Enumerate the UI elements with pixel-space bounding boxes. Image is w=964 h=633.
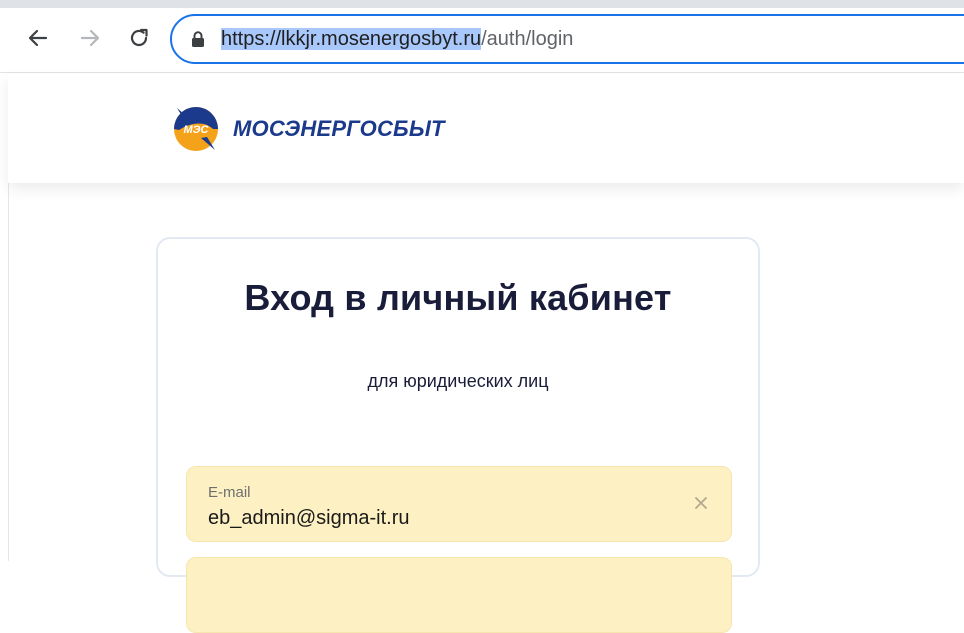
- login-card: Вход в личный кабинет для юридических ли…: [156, 237, 760, 633]
- page-subtitle: для юридических лиц: [367, 371, 549, 391]
- browser-tabstrip: [0, 0, 964, 8]
- logo-mark-text: МЭС: [183, 124, 209, 136]
- lock-icon[interactable]: [191, 31, 205, 47]
- close-icon[interactable]: [693, 495, 709, 511]
- url-text[interactable]: https://lkkjr.mosenergosbyt.ru/auth/logi…: [221, 27, 573, 51]
- reload-icon: [130, 28, 148, 47]
- url-path: /auth/login: [481, 28, 574, 50]
- logo-text: МОСЭНЕРГОСБЫТ: [233, 116, 445, 141]
- address-bar[interactable]: https://lkkjr.mosenergosbyt.ru/auth/logi…: [170, 14, 964, 64]
- reload-button[interactable]: [127, 26, 151, 50]
- email-field-label: E-mail: [208, 484, 251, 501]
- email-input[interactable]: eb_admin@sigma-it.ru: [208, 507, 410, 530]
- site-logo[interactable]: МЭС МОСЭНЕРГОСБЫТ: [171, 102, 481, 156]
- arrow-right-icon: [80, 29, 100, 47]
- site-header: МЭС МОСЭНЕРГОСБЫТ: [8, 74, 964, 183]
- arrow-left-icon: [28, 29, 48, 47]
- page-title: Вход в личный кабинет: [244, 277, 672, 318]
- back-button[interactable]: [26, 26, 50, 50]
- mes-logo-icon: МЭС: [174, 107, 218, 151]
- forward-button[interactable]: [78, 26, 102, 50]
- url-host: https://lkkjr.mosenergosbyt.ru: [221, 28, 482, 50]
- browser-toolbar: https://lkkjr.mosenergosbyt.ru/auth/logi…: [0, 8, 964, 73]
- password-field[interactable]: [186, 557, 732, 633]
- email-field[interactable]: E-mail eb_admin@sigma-it.ru: [186, 466, 732, 542]
